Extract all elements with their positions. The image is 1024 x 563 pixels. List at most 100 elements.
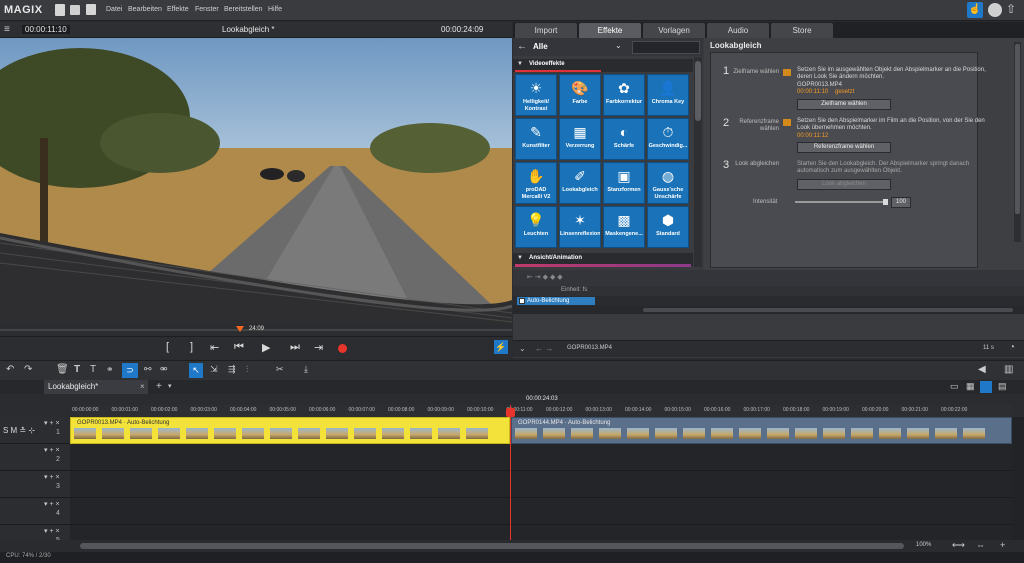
effect-tile[interactable]: ✿ Farbkorrektur [603, 74, 645, 116]
solo-mute-controls[interactable]: S M ≛ ⊹ [3, 426, 35, 435]
trim-tool-icon[interactable]: ⫶ [246, 364, 248, 375]
track-controls[interactable]: ▾ + × [44, 419, 60, 427]
open-folder-icon[interactable] [70, 5, 80, 15]
keyframe-tools[interactable]: ⇤ ⇥ ◆ ◆ ◆ [527, 273, 563, 281]
track-lane[interactable] [70, 498, 1012, 525]
help-icon[interactable] [988, 3, 1002, 17]
effect-tile[interactable]: 🎨 Farbe [559, 74, 601, 116]
menu-bearbeiten[interactable]: Bearbeiten [128, 6, 162, 13]
track-header[interactable]: S M ≛ ⊹ ▾ + × 1 [0, 417, 70, 444]
mark-in-button[interactable]: [ [166, 341, 169, 353]
effect-tile[interactable]: ▣ Stanzformen [603, 162, 645, 204]
referenzframe-button[interactable]: Referenzframe wählen [797, 142, 891, 153]
add-tab-icon[interactable]: + [156, 381, 162, 392]
binoculars-icon[interactable]: ⚭ [106, 364, 114, 375]
collapse-icon[interactable]: ▼ [517, 61, 523, 67]
tab-effekte[interactable]: Effekte [579, 23, 641, 38]
tab-lookabgleich[interactable]: Lookabgleich* [44, 380, 148, 394]
intensity-value[interactable]: 100 [891, 197, 911, 208]
timeline-overview[interactable]: 00:00:24:03 [70, 395, 1012, 405]
effect-tile[interactable]: ☀ Helligkeit/ Kontrast [515, 74, 557, 116]
text-tool-icon[interactable]: T [90, 364, 96, 375]
animation-section[interactable]: ▼ Ansicht/Animation [513, 253, 693, 267]
title-tool-icon[interactable]: T [74, 364, 80, 375]
collapse-icon-2[interactable]: ▼ [517, 255, 523, 261]
category-select[interactable]: Alle [533, 42, 548, 51]
fx-lightning-icon[interactable]: ⚡ [494, 340, 508, 354]
menu-datei[interactable]: Datei [106, 6, 122, 13]
track-controls[interactable]: ▾ + × [44, 473, 60, 481]
effects-scrollbar[interactable] [694, 57, 702, 267]
effect-tile[interactable]: ✶ Linsenreflexion [559, 206, 601, 248]
magnet-icon[interactable]: ⊃ [122, 363, 138, 378]
multi-select-icon[interactable]: ⇲ [210, 364, 218, 375]
go-to-start-icon[interactable]: ⇤ [210, 341, 219, 354]
track-lane[interactable] [70, 444, 1012, 471]
tab-store[interactable]: Store [771, 23, 833, 38]
effect-tile[interactable]: ✋ proDAD Mercalli V2 [515, 162, 557, 204]
video-clip-2[interactable]: GOPR0144.MP4 · Auto-Belichtung [511, 417, 1012, 444]
timeline-scrollbar[interactable]: 100% ⟷ ⇔ + [0, 540, 1024, 552]
back-arrow-icon[interactable]: ← [517, 41, 527, 52]
effect-tile[interactable]: ✎ Kunstfilter [515, 118, 557, 160]
view-timeline-icon[interactable] [980, 381, 992, 393]
menu-fenster[interactable]: Fenster [195, 6, 219, 13]
preview-scrub-bar[interactable]: 24:09 [0, 324, 512, 336]
delete-icon[interactable]: 🗑 [56, 364, 69, 375]
playhead-marker[interactable] [236, 326, 244, 332]
unlink-icon[interactable]: ⚮ [160, 364, 168, 375]
effect-tile[interactable]: ▦ Verzerrung [559, 118, 601, 160]
next-frame-icon[interactable]: ⏭ [290, 341, 300, 354]
track-controls[interactable]: ▾ + × [44, 527, 60, 535]
effect-tile[interactable]: ⬢ Standard [647, 206, 689, 248]
range-tool-icon[interactable]: ⇶ [228, 364, 236, 375]
effect-tile[interactable]: ▩ Maskengene... [603, 206, 645, 248]
collapse-down-icon[interactable]: ⌄ [519, 344, 526, 353]
zoom-range-icon[interactable]: ⇔ [976, 540, 985, 550]
view-multicam-icon[interactable]: ▤ [998, 381, 1007, 392]
record-button[interactable] [338, 344, 347, 353]
new-file-icon[interactable] [55, 4, 65, 16]
effect-tile[interactable]: ◐ Schärfe [603, 118, 645, 160]
clock-icon[interactable]: ◔ [1009, 342, 1015, 353]
touch-mode-icon[interactable]: ☝ [967, 2, 983, 18]
track-controls[interactable]: ▾ + × [44, 446, 60, 454]
tab-vorlagen[interactable]: Vorlagen [643, 23, 705, 38]
tab-audio[interactable]: Audio [707, 23, 769, 38]
effect-tile[interactable]: 💡 Leuchten [515, 206, 557, 248]
view-scene-icon[interactable]: ▦ [966, 381, 975, 392]
video-clip-1[interactable]: GOPR0013.MP4 · Auto-Belichtung [70, 417, 510, 444]
track-header[interactable]: ▾ + × 2 [0, 444, 70, 471]
effect-tile[interactable]: ⏱ Geschwindig... [647, 118, 689, 160]
mixer-icon[interactable]: ▥ [1004, 364, 1013, 375]
prev-frame-icon[interactable]: ⏮ [234, 341, 244, 354]
nav-arrows-icon[interactable]: ← → [535, 344, 553, 353]
track-controls[interactable]: ▾ + × [44, 500, 60, 508]
video-preview[interactable] [0, 38, 512, 324]
menu-hilfe[interactable]: Hilfe [268, 6, 282, 13]
timeline-playhead[interactable] [510, 405, 511, 540]
panel-scrollbar[interactable] [1014, 42, 1021, 242]
go-to-end-icon[interactable]: ⇥ [314, 341, 323, 354]
save-icon[interactable] [86, 4, 96, 15]
look-abgleichen-button[interactable]: Look abgleichen [797, 179, 891, 190]
scroll-thumb[interactable] [80, 543, 904, 549]
undo-icon[interactable]: ↶ [6, 364, 14, 375]
videoeffekte-section[interactable]: ▼ Videoeffekte [513, 59, 693, 72]
track-header[interactable]: ▾ + × 3 [0, 471, 70, 498]
chevron-down-icon[interactable]: ⌄ [615, 41, 622, 50]
tab-menu-icon[interactable]: ▾ [168, 382, 172, 390]
track-header[interactable]: ▾ + × 4 [0, 498, 70, 525]
effects-search-input[interactable] [632, 41, 700, 54]
split-tool-icon[interactable]: ✂ [276, 364, 284, 375]
zielframe-button[interactable]: Zielframe wählen [797, 99, 891, 110]
track-checkbox[interactable] [519, 298, 525, 304]
insert-icon[interactable]: ⤓ [304, 364, 308, 375]
view-storyboard-icon[interactable]: ▭ [950, 381, 959, 392]
effect-tile[interactable]: 👤 Chroma Key [647, 74, 689, 116]
timeline-ruler[interactable]: 00:00:00:00 00:00:01:00 00:00:02:00 00:00:0… [70, 405, 1012, 417]
track-lane[interactable] [70, 471, 1012, 498]
play-button[interactable]: ▶ [262, 341, 270, 354]
pointer-tool-icon[interactable]: ↖ [189, 363, 203, 378]
auto-exposure-track[interactable]: Auto-Belichtung [517, 297, 595, 305]
